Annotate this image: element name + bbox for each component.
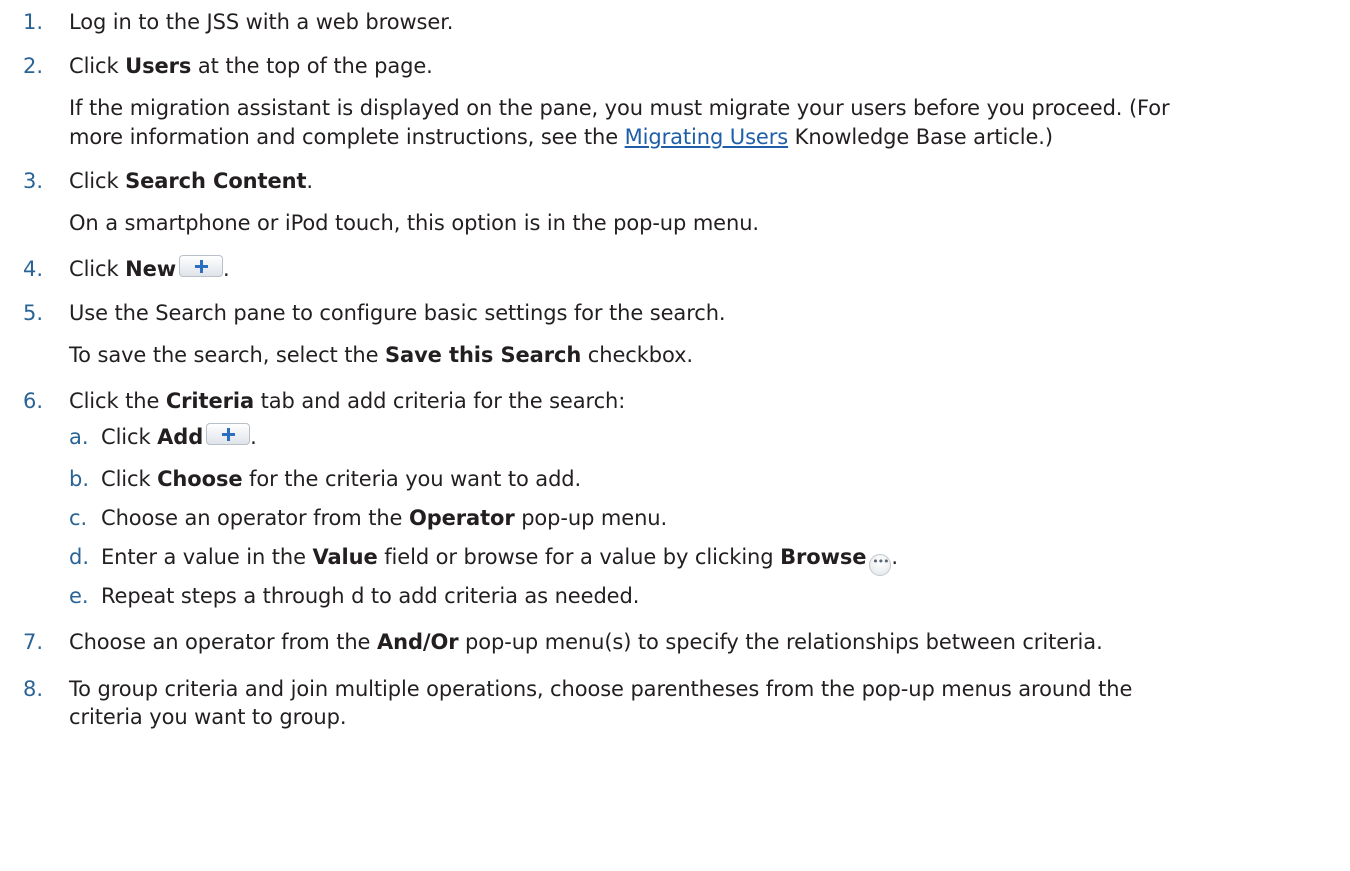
substep-letter: e. [69,584,89,608]
substep-letter: c. [69,506,88,530]
step-number: 8. [23,677,44,701]
instructions-page: 1. Log in to the JSS with a web browser.… [0,0,1350,871]
step-8-line-1: To group criteria and join multiple oper… [69,675,1132,703]
step-2-note-line-1: If the migration assistant is displayed … [69,94,1170,122]
note-text: If the migration assistant is displayed … [69,96,1170,120]
step-text: for the criteria you want to add. [242,467,582,491]
ui-term: Search Content [125,169,307,193]
step-5-text: Use the Search pane to configure basic s… [69,299,726,327]
note-text: On a smartphone or iPod touch, this opti… [69,211,759,235]
substep-c-text: Choose an operator from the Operator pop… [101,504,667,532]
substep-letter: d. [69,545,90,569]
migrating-users-link[interactable]: Migrating Users [625,125,789,149]
step-text: Use the Search pane to configure basic s… [69,301,726,325]
step-text: Click [101,467,158,491]
step-text: Log in to the JSS with a web browser. [69,10,454,34]
step-2-note-line-2: more information and complete instructio… [69,123,1053,151]
substep-letter: a. [69,425,89,449]
step-text: Repeat steps a through d to add criteria… [101,584,640,608]
substep-e-text: Repeat steps a through d to add criteria… [101,582,639,610]
step-number: 6. [23,389,44,413]
step-4-text: Click New. [69,255,230,283]
note-text: Knowledge Base article.) [788,125,1053,149]
step-text: pop-up menu(s) to specify the relationsh… [458,630,1103,654]
step-text: Choose an operator from the [69,630,377,654]
ui-term: Criteria [165,389,255,413]
substep-d-text: Enter a value in the Value field or brow… [101,543,898,576]
substep-letter: b. [69,467,90,491]
ui-term: Save this Search [384,343,582,367]
ui-term: Value [312,545,378,569]
step-3-note: On a smartphone or iPod touch, this opti… [69,209,759,237]
step-text: To group criteria and join multiple oper… [69,677,1133,701]
step-text: Choose an operator from the [101,506,409,530]
substep-b-text: Click Choose for the criteria you want t… [101,465,581,493]
step-number: 1. [23,10,44,34]
step-7-text: Choose an operator from the And/Or pop-u… [69,628,1103,656]
ui-term: Choose [157,467,243,491]
ui-term: And/Or [376,630,459,654]
substep-a-text: Click Add. [101,423,257,451]
step-text: Click [69,257,126,281]
step-text: Click [69,169,126,193]
step-text: criteria you want to group. [69,705,347,729]
note-text: checkbox. [581,343,694,367]
plus-icon [206,423,251,445]
ui-term: Add [157,425,204,449]
step-text: . [306,169,313,193]
step-1-text: Log in to the JSS with a web browser. [69,8,453,36]
step-8-line-2: criteria you want to group. [69,703,347,731]
ui-term: Operator [408,506,515,530]
step-text: tab and add criteria for the search: [254,389,626,413]
step-5-note: To save the search, select the Save this… [69,341,693,369]
note-text: To save the search, select the [69,343,385,367]
step-text: . [891,545,898,569]
step-number: 7. [23,630,44,654]
step-text: pop-up menu. [514,506,668,530]
ui-term: Browse [780,545,867,569]
step-number: 4. [23,257,44,281]
step-6-text: Click the Criteria tab and add criteria … [69,387,625,415]
ellipsis-icon: ••• [869,554,892,576]
step-text: Click [69,54,126,78]
plus-icon [179,255,224,277]
step-number: 3. [23,169,44,193]
step-3-text: Click Search Content. [69,167,313,195]
step-text: . [223,257,230,281]
step-number: 5. [23,301,44,325]
step-number: 2. [23,54,44,78]
note-text: more information and complete instructio… [69,125,625,149]
step-text: Click [101,425,158,449]
step-text: at the top of the page. [191,54,433,78]
step-text: Click the [69,389,166,413]
step-text: Enter a value in the [101,545,313,569]
ui-term: Users [125,54,192,78]
step-text: . [250,425,257,449]
step-text: field or browse for a value by clicking [377,545,781,569]
step-2-text: Click Users at the top of the page. [69,52,433,80]
ui-term: New [125,257,177,281]
